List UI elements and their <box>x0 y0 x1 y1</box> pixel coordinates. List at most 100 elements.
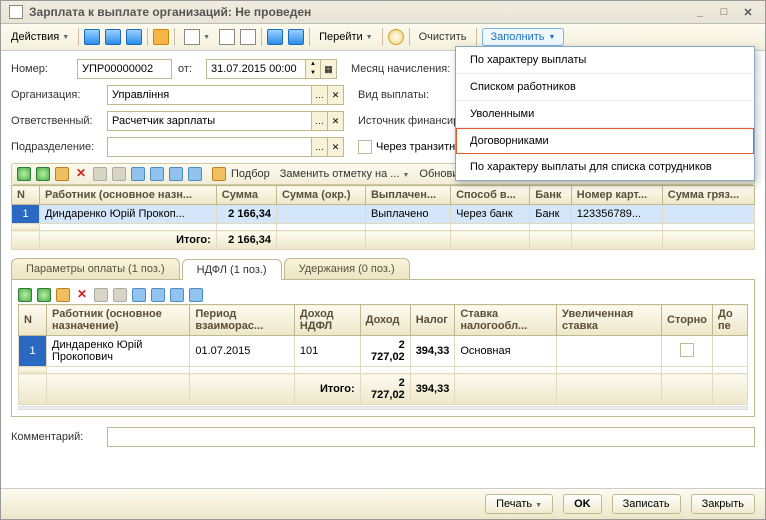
responsible-select-button[interactable]: … <box>312 111 328 131</box>
document-icon <box>9 5 23 19</box>
col-extra[interactable]: До пе <box>713 305 748 336</box>
hierarchy-icon[interactable] <box>126 29 142 45</box>
refresh-icon[interactable] <box>84 29 100 45</box>
date-spinner[interactable]: ▲▼ <box>306 59 321 79</box>
fill-button[interactable]: Заполнить ▼ <box>482 28 565 46</box>
subdivision-clear-button[interactable]: ✕ <box>328 137 344 157</box>
col-n[interactable]: N <box>12 186 40 205</box>
col-storno[interactable]: Сторно <box>662 305 713 336</box>
date-input[interactable] <box>206 59 306 79</box>
comment-input[interactable] <box>107 427 755 447</box>
ok-button[interactable]: OK <box>563 494 602 514</box>
selection-link[interactable]: Подбор <box>231 168 270 180</box>
edit-icon[interactable] <box>56 288 70 302</box>
delete-icon[interactable]: ✕ <box>75 288 89 302</box>
tab-deductions[interactable]: Удержания (0 поз.) <box>284 258 410 279</box>
col-tax[interactable]: Налог <box>410 305 455 336</box>
actions-button[interactable]: Действия ▼ <box>7 29 73 45</box>
print-button[interactable]: Печать ▼ <box>485 494 553 514</box>
col-paid[interactable]: Выплачен... <box>365 186 450 205</box>
menu-item-by-worker-list[interactable]: Списком работников <box>456 74 754 101</box>
up-icon[interactable] <box>132 288 146 302</box>
page3-icon[interactable] <box>240 29 256 45</box>
cell-worker: Диндаренко Юрій Прокоп... <box>40 205 217 224</box>
delete-icon[interactable]: ✕ <box>74 167 88 181</box>
sort-asc-icon[interactable] <box>170 288 184 302</box>
repost-icon[interactable] <box>105 29 121 45</box>
tab-payment-params[interactable]: Параметры оплаты (1 поз.) <box>11 258 180 279</box>
col-period[interactable]: Период взаиморас... <box>190 305 295 336</box>
down-icon[interactable] <box>150 167 164 181</box>
org-clear-button[interactable]: ✕ <box>328 85 344 105</box>
col-tax-rate[interactable]: Ставка налогообл... <box>455 305 557 336</box>
col-inc-rate[interactable]: Увеличенная ставка <box>557 305 662 336</box>
edit-icon[interactable] <box>55 167 69 181</box>
menu-item-contractors[interactable]: Договорниками <box>456 128 754 154</box>
minimize-button[interactable]: _ <box>691 6 709 18</box>
col-dirty[interactable]: Сумма гряз... <box>662 186 754 205</box>
transit-checkbox[interactable] <box>358 140 372 154</box>
goto-button[interactable]: Перейти ▼ <box>315 29 377 45</box>
sort-asc-icon[interactable] <box>169 167 183 181</box>
menu-item-nature-for-list[interactable]: По характеру выплаты для списка сотрудни… <box>456 154 754 180</box>
col-worker[interactable]: Работник (основное назн... <box>40 186 217 205</box>
storno-checkbox[interactable] <box>680 343 694 357</box>
sort-desc-icon[interactable] <box>189 288 203 302</box>
col-n[interactable]: N <box>19 305 47 336</box>
list-icon[interactable] <box>267 29 283 45</box>
table-row[interactable]: 1 Диндаренко Юрій Прокоп... 2 166,34 Вып… <box>12 205 755 224</box>
save-button[interactable]: Записать <box>612 494 681 514</box>
down-icon[interactable] <box>151 288 165 302</box>
col-bank[interactable]: Банк <box>530 186 572 205</box>
number-input[interactable] <box>77 59 172 79</box>
responsible-input[interactable] <box>107 111 312 131</box>
col-sum[interactable]: Сумма <box>216 186 276 205</box>
responsible-clear-button[interactable]: ✕ <box>328 111 344 131</box>
col-income[interactable]: Доход <box>360 305 410 336</box>
tabs: Параметры оплаты (1 поз.) НДФЛ (1 поз.) … <box>11 258 755 280</box>
cell-tax: 394,33 <box>410 336 455 367</box>
col-pay-method[interactable]: Способ в... <box>451 186 530 205</box>
page-dropdown[interactable]: ▼ <box>180 27 214 47</box>
sort-desc-icon[interactable] <box>188 167 202 181</box>
toggle-icon[interactable] <box>93 167 107 181</box>
cell-inc-rate <box>557 336 662 367</box>
subdivision-input[interactable] <box>107 137 312 157</box>
menu-item-by-payment-nature[interactable]: По характеру выплаты <box>456 47 754 74</box>
page2-icon[interactable] <box>219 29 235 45</box>
toggle-icon[interactable] <box>94 288 108 302</box>
selection-icon[interactable] <box>212 167 226 181</box>
maximize-button[interactable]: □ <box>715 6 733 18</box>
responsible-label: Ответственный: <box>11 115 101 127</box>
org-input[interactable] <box>107 85 312 105</box>
org-select-button[interactable]: … <box>312 85 328 105</box>
tab-ndfl[interactable]: НДФЛ (1 поз.) <box>182 259 282 280</box>
table-row[interactable]: 1 Диндаренко Юрій Прокопович 01.07.2015 … <box>19 336 748 367</box>
add-row-icon[interactable] <box>17 167 31 181</box>
post-icon[interactable] <box>153 29 169 45</box>
add-row-icon[interactable] <box>18 288 32 302</box>
horizontal-scrollbar[interactable] <box>18 406 748 410</box>
cell-period: 01.07.2015 <box>190 336 295 367</box>
clear-button[interactable]: Очистить <box>415 29 471 45</box>
col-worker[interactable]: Работник (основное назначение) <box>47 305 190 336</box>
help-icon[interactable] <box>388 29 404 45</box>
cell-dirty <box>662 205 754 224</box>
col-income-ndfl[interactable]: Доход НДФЛ <box>294 305 360 336</box>
col-sum-rounded[interactable]: Сумма (окр.) <box>276 186 365 205</box>
cell-sum-rounded <box>276 205 365 224</box>
date-label: от: <box>178 63 200 75</box>
add-copy-icon[interactable] <box>36 167 50 181</box>
close-doc-button[interactable]: Закрыть <box>691 494 755 514</box>
toggle2-icon[interactable] <box>113 288 127 302</box>
subdivision-select-button[interactable]: … <box>312 137 328 157</box>
table-icon[interactable] <box>288 29 304 45</box>
menu-item-dismissed[interactable]: Уволенными <box>456 101 754 128</box>
toggle2-icon[interactable] <box>112 167 126 181</box>
date-calendar-button[interactable]: ▦ <box>321 59 337 79</box>
col-card[interactable]: Номер карт... <box>571 186 662 205</box>
up-icon[interactable] <box>131 167 145 181</box>
close-button[interactable]: ✕ <box>739 6 757 19</box>
add-copy-icon[interactable] <box>37 288 51 302</box>
replace-mark-link[interactable]: Заменить отметку на ... ▼ <box>280 168 410 180</box>
